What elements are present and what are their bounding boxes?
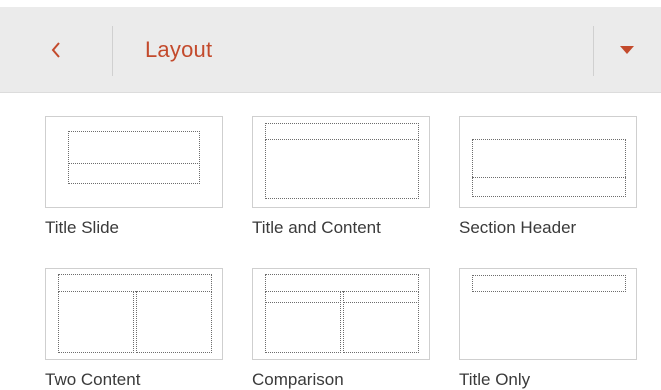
layout-thumbnail bbox=[45, 116, 223, 208]
panel-header: Layout bbox=[0, 7, 661, 93]
placeholder-title bbox=[472, 275, 626, 292]
panel-title: Layout bbox=[145, 37, 213, 62]
header-divider bbox=[112, 26, 113, 76]
placeholder-title bbox=[58, 274, 212, 292]
placeholder-title bbox=[265, 123, 419, 140]
layout-label: Title and Content bbox=[252, 218, 381, 237]
layout-label: Comparison bbox=[252, 370, 344, 389]
placeholder-content-left bbox=[58, 291, 134, 353]
layout-label: Section Header bbox=[459, 218, 577, 237]
layout-label: Title Only bbox=[459, 370, 531, 389]
top-edge bbox=[0, 0, 661, 7]
placeholder-divider bbox=[68, 163, 200, 164]
placeholder-divider bbox=[472, 177, 626, 178]
chevron-left-icon bbox=[50, 41, 62, 59]
layout-thumbnail bbox=[252, 268, 430, 360]
placeholder-content bbox=[265, 139, 419, 199]
layout-title-and-content[interactable]: Title and Content bbox=[252, 116, 430, 237]
layout-thumbnail bbox=[459, 268, 637, 360]
placeholder-content-right bbox=[343, 302, 419, 353]
layout-title-only[interactable]: Title Only bbox=[459, 268, 637, 389]
placeholder-content-left bbox=[265, 302, 341, 353]
panel-menu-button[interactable] bbox=[593, 7, 661, 93]
back-button[interactable] bbox=[0, 7, 112, 93]
layout-label: Title Slide bbox=[45, 218, 120, 237]
layout-label: Two Content bbox=[45, 370, 141, 389]
placeholder-content-right bbox=[136, 291, 212, 353]
layout-thumbnail bbox=[252, 116, 430, 208]
layout-section-header[interactable]: Section Header bbox=[459, 116, 637, 237]
placeholder-title bbox=[265, 274, 419, 292]
placeholder-box bbox=[472, 139, 626, 197]
layout-thumbnail bbox=[45, 268, 223, 360]
caret-down-icon bbox=[620, 41, 634, 59]
layout-two-content[interactable]: Two Content bbox=[45, 268, 223, 389]
layout-thumbnail bbox=[459, 116, 637, 208]
placeholder-box bbox=[68, 131, 200, 184]
layout-title-slide[interactable]: Title Slide bbox=[45, 116, 223, 237]
layout-comparison[interactable]: Comparison bbox=[252, 268, 430, 389]
